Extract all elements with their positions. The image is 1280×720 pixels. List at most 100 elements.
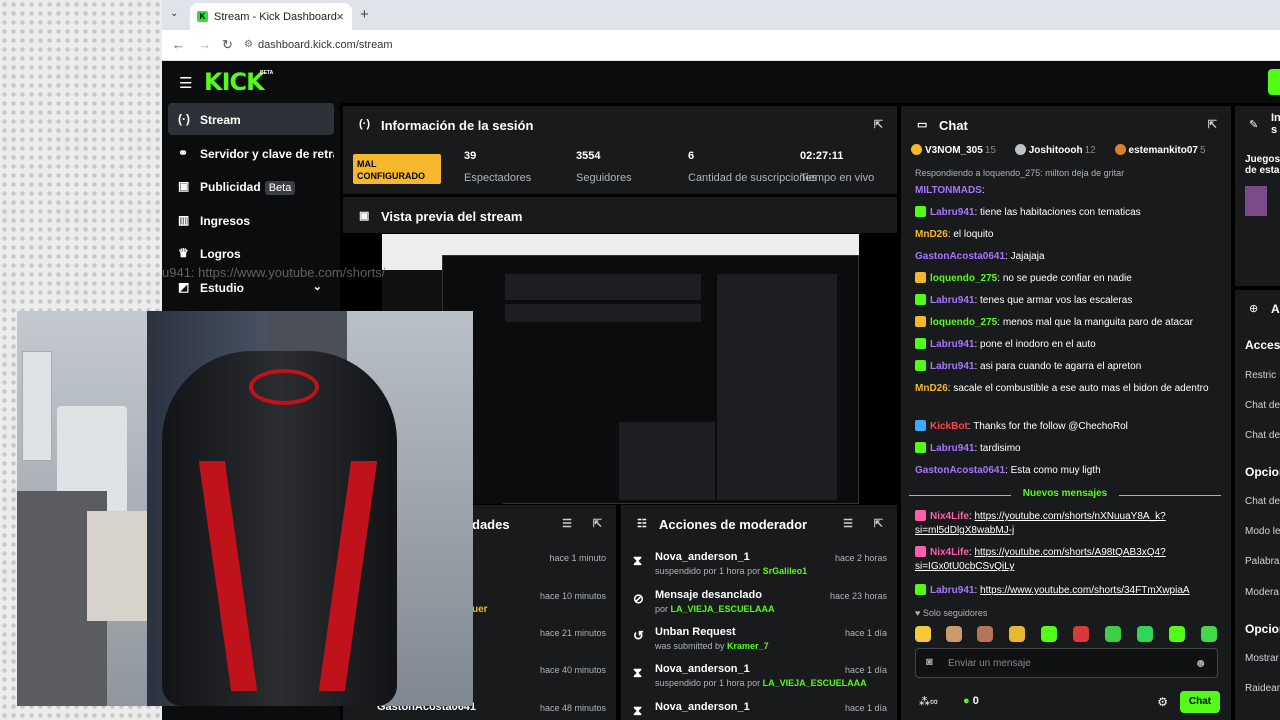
game-thumbnail[interactable]: [1245, 186, 1267, 216]
user-badge-icon: [915, 420, 926, 431]
hourglass-icon: ⧗: [633, 665, 643, 680]
site-info-icon[interactable]: ⚙: [244, 39, 253, 50]
forward-icon[interactable]: →: [198, 37, 211, 52]
chat-username[interactable]: GastonAcosta0641: [915, 465, 1005, 476]
chat-message: Labru941: tenes que armar vos las escale…: [915, 294, 1219, 308]
top-gifters: V3NOM_305 15 Joshitoooh 12 estemankito07 5: [909, 144, 1225, 162]
overlay-chat-text: Labru941: https://www.youtube.com/shorts…: [162, 265, 386, 280]
studio-icon: ◩: [178, 280, 190, 294]
chat-message: MnD26: el loquito: [915, 229, 994, 240]
kick-logo[interactable]: KICK: [204, 68, 265, 96]
browser-tab[interactable]: K Stream - Kick Dashboard ×: [190, 3, 352, 30]
emote-icon[interactable]: [1201, 626, 1217, 642]
go-live-button[interactable]: [1268, 69, 1280, 95]
gifter-3[interactable]: estemankito07 5: [1113, 144, 1206, 156]
session-title: (·) Información de la sesión ⇱: [359, 118, 883, 133]
chat-username[interactable]: Labru941: [930, 443, 974, 454]
chat-username[interactable]: loquendo_275: [930, 317, 997, 328]
undo-icon: ↺: [633, 628, 644, 643]
chat-bottom-bar: ⁂∞ ● 0 ⚙ Chat: [915, 691, 1220, 715]
chart-icon: ▥: [178, 213, 190, 227]
popout-icon[interactable]: ⇱: [874, 118, 883, 131]
sidebar-item-income[interactable]: ▥ Ingresos: [168, 204, 334, 236]
chat-username[interactable]: Labru941: [930, 207, 974, 218]
preview-nested-dashboard: [442, 255, 859, 504]
sidebar-item-ads[interactable]: ▣ Publicidad Beta: [168, 170, 334, 202]
stream-icon: (·): [178, 112, 190, 126]
popout-icon[interactable]: ⇱: [874, 517, 883, 530]
ads-icon: ▣: [178, 179, 190, 193]
menu-icon[interactable]: ☰: [179, 74, 192, 92]
send-chat-button[interactable]: Chat: [1180, 691, 1220, 713]
emote-icon[interactable]: [946, 626, 962, 642]
filter-icon[interactable]: ☰: [562, 517, 572, 530]
hourglass-icon: ⧗: [633, 553, 643, 568]
gifter-2[interactable]: Joshitoooh 12: [1013, 144, 1096, 156]
chat-username[interactable]: Labru941: [930, 361, 974, 372]
user-badge-icon: [915, 294, 926, 305]
beta-label: BETA: [260, 70, 274, 76]
user-badge-icon: [915, 316, 926, 327]
chat-username[interactable]: Labru941: [930, 339, 974, 350]
chat-text[interactable]: https://www.youtube.com/shorts/34FTmXwpi…: [980, 585, 1190, 596]
chat-message: GastonAcosta0641: Esta como muy ligth: [915, 465, 1101, 476]
back-icon[interactable]: ←: [172, 37, 185, 52]
chat-text: tardisimo: [980, 443, 1021, 454]
chat-username[interactable]: Nix4Life: [930, 511, 969, 522]
chat-username[interactable]: Labru941: [930, 585, 974, 596]
filter-icon[interactable]: ☰: [843, 517, 853, 530]
sidebar-item-server-key[interactable]: ⚭Servidor y clave de retransmisión: [168, 137, 334, 169]
popout-icon[interactable]: ⇱: [593, 517, 602, 530]
cam-shelf: [22, 351, 52, 461]
close-tab-icon[interactable]: ×: [336, 9, 344, 24]
chat-input[interactable]: ◙ Enviar un mensaje ☻: [915, 648, 1218, 678]
points-counter[interactable]: ● 0: [963, 695, 979, 707]
chat-text: no se puede confiar en nadie: [1002, 273, 1132, 284]
chat-username[interactable]: loquendo_275: [930, 273, 997, 284]
emote-icon[interactable]: [1073, 626, 1089, 642]
emoji-icon[interactable]: ☻: [1194, 656, 1207, 670]
gifter-1[interactable]: V3NOM_305 15: [909, 144, 996, 156]
new-messages-divider[interactable]: Nuevos mensajes: [909, 488, 1221, 499]
chat-username[interactable]: Labru941: [930, 295, 974, 306]
chat-message: KickBot: Thanks for the follow @ChechoRo…: [915, 420, 1219, 434]
mod-actions-panel: ☷ Acciones de moderador ☰ ⇱ ⧗ Nova_anderson_…: [621, 505, 897, 720]
emote-icon[interactable]: [1137, 626, 1153, 642]
sidebar-item-stream[interactable]: (·) Stream: [168, 103, 334, 135]
chat-message: MnD26: sacale el combustible a ese auto …: [915, 383, 1209, 394]
broadcast-icon: (·): [359, 118, 370, 130]
chat-username[interactable]: MILTONMADS: [915, 185, 982, 196]
chat-username[interactable]: GastonAcosta0641: [915, 251, 1005, 262]
emote-icon[interactable]: [977, 626, 993, 642]
chat-username[interactable]: MnD26: [915, 383, 948, 394]
emote-icon[interactable]: [1041, 626, 1057, 642]
user-badge-icon: [915, 442, 926, 453]
emote-icon[interactable]: [915, 626, 931, 642]
chat-message: Nix4Life: https://youtube.com/shorts/A98…: [915, 546, 1166, 572]
chat-message: Labru941: tardisimo: [915, 442, 1219, 456]
gear-icon[interactable]: ⚙: [1157, 695, 1168, 709]
chair-logo: [249, 369, 319, 405]
chat-text: Thanks for the follow @ChechoRol: [973, 421, 1128, 432]
status-badge: MAL CONFIGURADO: [353, 154, 441, 184]
emote-icon[interactable]: [1105, 626, 1121, 642]
tab-list-chevron-icon[interactable]: ⌄: [170, 8, 178, 19]
popout-icon[interactable]: ⇱: [1208, 118, 1217, 131]
new-tab-icon[interactable]: +: [360, 6, 369, 23]
chat-message: Nix4Life: https://youtube.com/shorts/nXN…: [915, 510, 1166, 536]
chat-username[interactable]: MnD26: [915, 229, 948, 240]
chat-message: loquendo_275: menos mal que la manguita …: [915, 316, 1219, 330]
chat-username[interactable]: Nix4Life: [930, 547, 969, 558]
shield-icon: ◙: [926, 656, 933, 668]
url-field[interactable]: dashboard.kick.com/stream: [258, 39, 393, 51]
mini-panel: [505, 274, 701, 300]
emote-icon[interactable]: [1009, 626, 1025, 642]
chat-panel: ▭ Chat ⇱ V3NOM_305 15 Joshitoooh 12 estemank…: [901, 106, 1231, 720]
infinity-icon[interactable]: ⁂∞: [919, 695, 938, 708]
chat-message: Labru941: asi para cuando te agarra el a…: [915, 360, 1219, 374]
reload-icon[interactable]: ↻: [222, 37, 233, 53]
chat-username[interactable]: KickBot: [930, 421, 968, 432]
emote-icon[interactable]: [1169, 626, 1185, 642]
chat-message: MILTONMADS:: [915, 185, 985, 196]
preview-title: ▣ Vista previa del stream: [343, 197, 897, 233]
